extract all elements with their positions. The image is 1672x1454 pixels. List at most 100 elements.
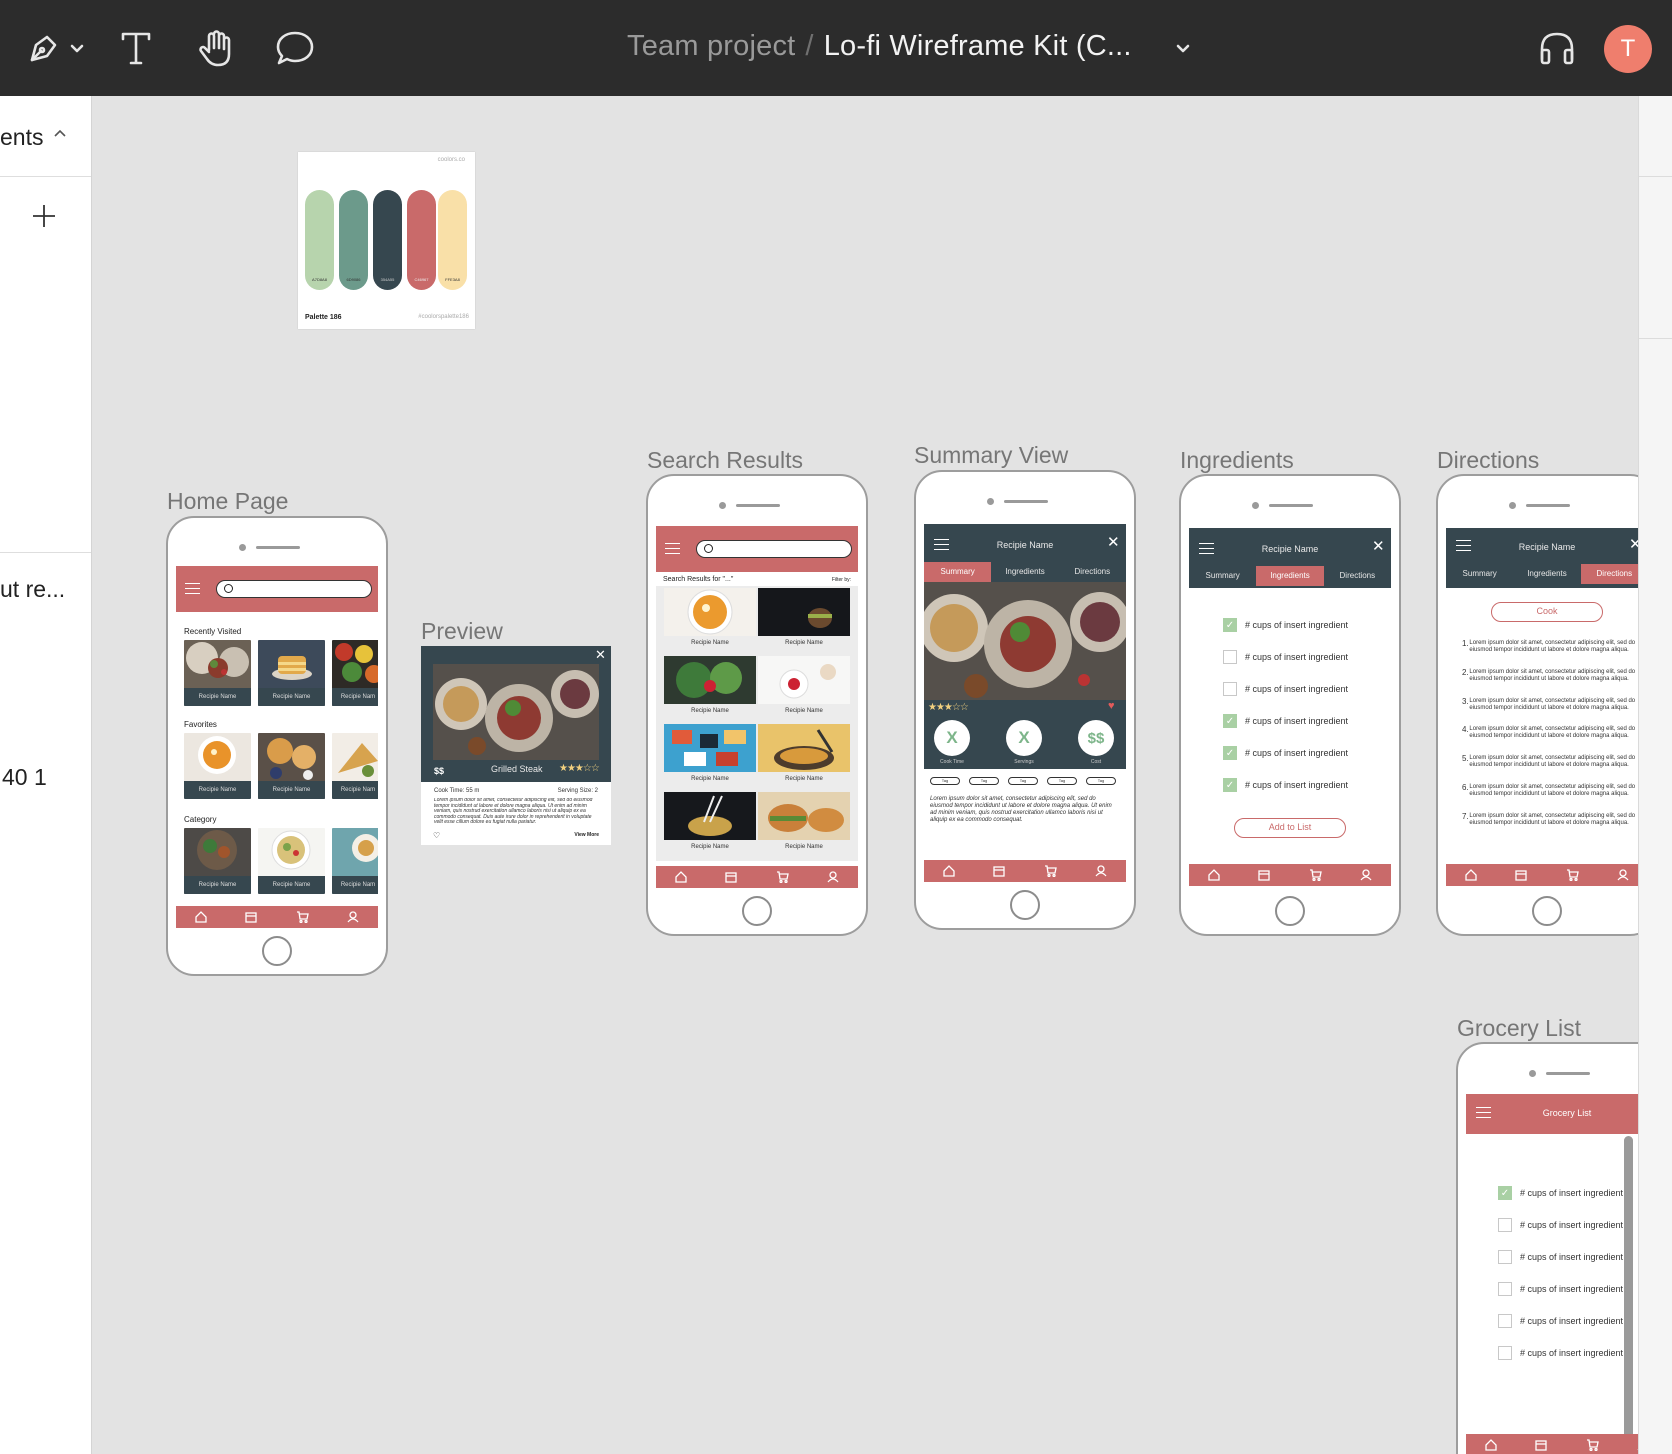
- home-icon[interactable]: [1465, 869, 1477, 881]
- frame-label-search[interactable]: Search Results: [647, 447, 803, 474]
- recipe-card[interactable]: Recipie Name: [184, 733, 251, 799]
- tab-ingredients[interactable]: Ingredients: [1256, 566, 1324, 586]
- checkbox[interactable]: [1498, 1218, 1512, 1232]
- recipe-card[interactable]: Recipie Nam: [332, 733, 378, 799]
- cart-icon[interactable]: [1309, 869, 1322, 881]
- avatar[interactable]: T: [1604, 25, 1652, 73]
- home-icon[interactable]: [1208, 869, 1220, 881]
- checkbox[interactable]: ✓: [1223, 746, 1237, 760]
- tab-directions[interactable]: Directions: [1324, 566, 1391, 586]
- food-image[interactable]: [664, 588, 756, 636]
- tab-ingredients[interactable]: Ingredients: [1513, 564, 1580, 584]
- add-to-list-button[interactable]: Add to List: [1234, 818, 1346, 838]
- ingredient-row[interactable]: ✓ # cups of insert ingredient: [1223, 618, 1348, 632]
- view-more-link[interactable]: View More: [574, 832, 599, 838]
- frame-label-summary[interactable]: Summary View: [914, 442, 1068, 469]
- tab-ingredients[interactable]: Ingredients: [991, 562, 1058, 582]
- home-icon[interactable]: [1485, 1439, 1497, 1451]
- food-image[interactable]: [664, 724, 756, 772]
- checkbox[interactable]: [1223, 650, 1237, 664]
- frame-label-ingredients[interactable]: Ingredients: [1180, 447, 1294, 474]
- profile-icon[interactable]: [827, 871, 839, 883]
- pen-icon[interactable]: [22, 24, 66, 72]
- close-icon[interactable]: ✕: [1372, 539, 1385, 554]
- tag-chip[interactable]: Tag: [1086, 777, 1116, 785]
- ingredient-row[interactable]: ✓ # cups of insert ingredient: [1223, 746, 1348, 760]
- grocery-row[interactable]: # cups of insert ingredient: [1498, 1282, 1623, 1296]
- cart-icon[interactable]: [1566, 869, 1579, 881]
- file-name[interactable]: Lo-fi Wireframe Kit (C...: [824, 30, 1132, 62]
- frame-label-grocery[interactable]: Grocery List: [1457, 1015, 1581, 1042]
- food-image[interactable]: [758, 792, 850, 840]
- preview-frame[interactable]: ✕ $$ Grilled Steak ★★★☆☆ Cook Time: 55 m…: [421, 646, 611, 845]
- recipe-card[interactable]: Recipie Name: [258, 733, 325, 799]
- recipe-card[interactable]: Recipie Name: [258, 828, 325, 894]
- tag-chip[interactable]: Tag: [969, 777, 999, 785]
- scrollbar[interactable]: [1624, 1136, 1633, 1446]
- cart-icon[interactable]: [296, 911, 309, 923]
- calendar-icon[interactable]: [725, 871, 738, 883]
- ingredient-row[interactable]: ✓ # cups of insert ingredient: [1223, 778, 1348, 792]
- calendar-icon[interactable]: [1535, 1439, 1548, 1451]
- checkbox[interactable]: [1498, 1346, 1512, 1360]
- food-image[interactable]: [758, 656, 850, 704]
- property-value[interactable]: 40 1: [2, 764, 47, 791]
- food-image[interactable]: [664, 656, 756, 704]
- checkbox[interactable]: [1498, 1250, 1512, 1264]
- tab-summary[interactable]: Summary: [924, 562, 992, 582]
- checkbox[interactable]: ✓: [1223, 714, 1237, 728]
- section-label[interactable]: ents: [0, 124, 43, 151]
- recipe-card[interactable]: Recipie Name: [184, 828, 251, 894]
- tab-directions[interactable]: Directions: [1580, 564, 1638, 584]
- palette-card[interactable]: coolors.co A7D8A8 6D9086 354A55 C46967 F…: [298, 152, 475, 329]
- menu-icon[interactable]: [185, 583, 200, 594]
- ingredient-row[interactable]: ✓ # cups of insert ingredient: [1223, 714, 1348, 728]
- chevron-down-icon[interactable]: [66, 24, 88, 72]
- ingredient-row[interactable]: # cups of insert ingredient: [1223, 650, 1348, 664]
- team-link[interactable]: Team project: [627, 30, 795, 62]
- checkbox[interactable]: [1498, 1314, 1512, 1328]
- ingredients-frame[interactable]: Recipie Name ✕ Summary Ingredients Direc…: [1179, 474, 1401, 936]
- food-image[interactable]: [758, 588, 850, 636]
- heart-icon[interactable]: ♡: [433, 831, 440, 840]
- file-menu-chevron-icon[interactable]: [1170, 24, 1196, 72]
- grocery-row[interactable]: ✓ # cups of insert ingredient: [1498, 1186, 1623, 1200]
- frame-label-directions[interactable]: Directions: [1437, 447, 1539, 474]
- add-icon[interactable]: [32, 204, 56, 228]
- recipe-card[interactable]: Recipie Name: [184, 640, 251, 706]
- close-icon[interactable]: ✕: [1107, 535, 1120, 550]
- grocery-list-frame[interactable]: Grocery List ✓ # cups of insert ingredien…: [1456, 1042, 1638, 1454]
- calendar-icon[interactable]: [993, 865, 1006, 877]
- recipe-card[interactable]: Recipie Nam: [332, 828, 378, 894]
- directions-frame[interactable]: Recipie Name ✕ Summary Ingredients Direc…: [1436, 474, 1638, 936]
- home-icon[interactable]: [195, 911, 207, 923]
- layer-item[interactable]: ut re...: [0, 576, 65, 603]
- frame-label-preview[interactable]: Preview: [421, 618, 503, 645]
- ingredient-row[interactable]: # cups of insert ingredient: [1223, 682, 1348, 696]
- search-results-frame[interactable]: Search Results for "..." Filter by: Reci…: [646, 474, 868, 936]
- close-icon[interactable]: ✕: [595, 648, 606, 661]
- food-image[interactable]: [664, 792, 756, 840]
- frame-label-home[interactable]: Home Page: [167, 488, 288, 515]
- food-image[interactable]: [758, 724, 850, 772]
- profile-icon[interactable]: [1637, 1439, 1638, 1451]
- checkbox[interactable]: ✓: [1223, 618, 1237, 632]
- recipe-card[interactable]: Recipie Name: [258, 640, 325, 706]
- checkbox[interactable]: [1498, 1282, 1512, 1296]
- checkbox[interactable]: [1223, 682, 1237, 696]
- tab-summary[interactable]: Summary: [1189, 566, 1256, 586]
- filter-link[interactable]: Filter by:: [832, 577, 851, 583]
- comment-icon[interactable]: [272, 24, 318, 72]
- cook-button[interactable]: Cook: [1491, 602, 1603, 622]
- grocery-row[interactable]: # cups of insert ingredient: [1498, 1314, 1623, 1328]
- home-icon[interactable]: [943, 865, 955, 877]
- tag-chip[interactable]: Tag: [930, 777, 960, 785]
- text-icon[interactable]: [114, 24, 158, 72]
- tab-directions[interactable]: Directions: [1059, 562, 1126, 582]
- hand-icon[interactable]: [194, 24, 238, 72]
- checkbox[interactable]: ✓: [1498, 1186, 1512, 1200]
- tab-summary[interactable]: Summary: [1446, 564, 1513, 584]
- grocery-row[interactable]: # cups of insert ingredient: [1498, 1250, 1623, 1264]
- recipe-card[interactable]: Recipie Nam: [332, 640, 378, 706]
- close-icon[interactable]: ✕: [1629, 537, 1638, 552]
